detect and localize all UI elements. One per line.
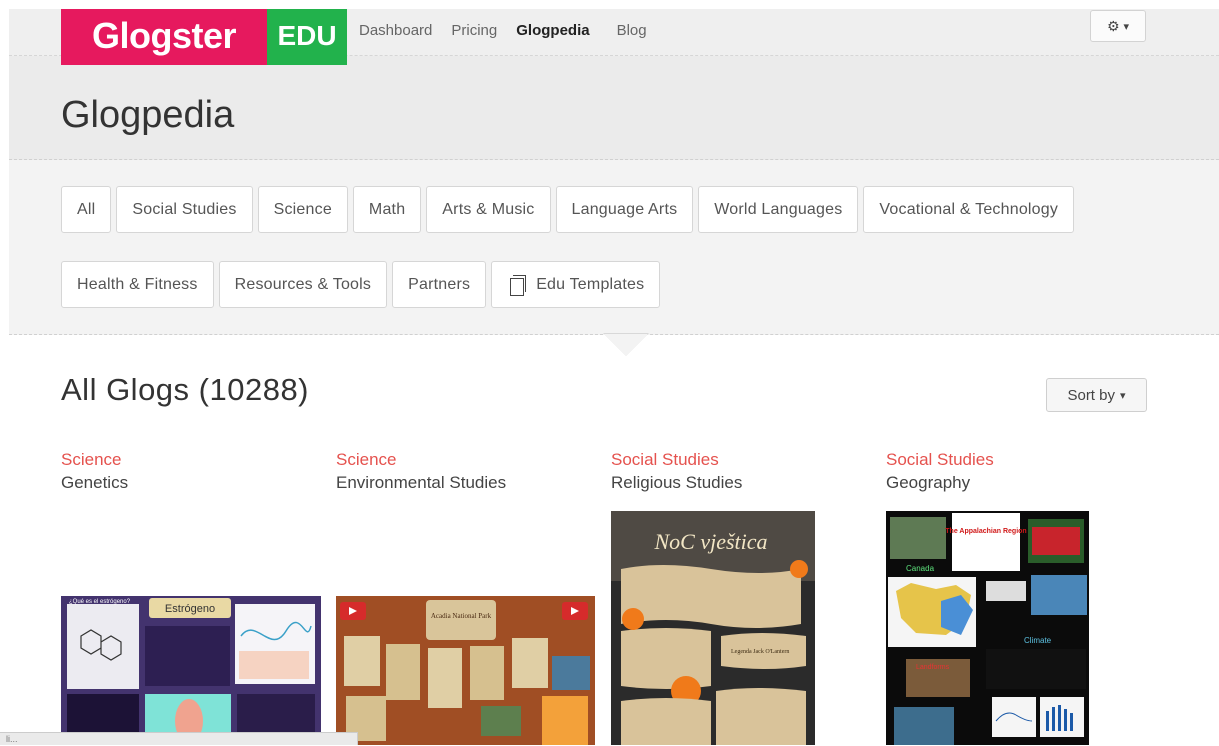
thumb-title-text: Estrógeno: [165, 603, 215, 615]
nav-blog[interactable]: Blog: [617, 22, 647, 39]
glog-thumbnail[interactable]: Estrógeno ¿Qué es el estrógeno?: [61, 596, 321, 745]
nav-pricing[interactable]: Pricing: [451, 22, 497, 39]
glog-subcategory-link[interactable]: Genetics: [61, 473, 321, 493]
thumb-label-climate: Climate: [1024, 636, 1052, 645]
glog-subcategory-link[interactable]: Environmental Studies: [336, 473, 596, 493]
thumb-title-text: Acadia National Park: [431, 612, 492, 620]
gear-icon: ⚙: [1106, 17, 1120, 34]
glog-subcategory-link[interactable]: Geography: [886, 473, 1146, 493]
glog-category-link[interactable]: Social Studies: [886, 450, 1146, 470]
category-language-arts[interactable]: Language Arts: [555, 186, 694, 233]
page-title: Glogpedia: [61, 94, 235, 136]
caret-down-icon: ▾: [1120, 389, 1126, 402]
thumb-label-canada: Canada: [906, 564, 935, 573]
category-math[interactable]: Math: [352, 186, 422, 233]
glog-thumbnail[interactable]: The Appalachian Region Canada Climate La…: [886, 511, 1089, 745]
thumb-caption-text: Legenda Jack O'Lantern: [731, 649, 789, 655]
glog-card: Science Genetics: [61, 450, 321, 493]
glog-card: Social Studies Religious Studies: [611, 450, 871, 493]
glog-thumbnail[interactable]: Acadia National Park: [336, 596, 595, 745]
category-filter-row-2: Health & Fitness Resources & Tools Partn…: [61, 261, 665, 308]
thumb-title-text: NoC vještica: [653, 529, 767, 554]
nav-glogpedia[interactable]: Glogpedia: [516, 22, 589, 39]
category-partners[interactable]: Partners: [392, 261, 487, 308]
category-edu-templates-label: Edu Templates: [536, 275, 645, 293]
glog-subcategory-link[interactable]: Religious Studies: [611, 473, 871, 493]
glogs-count-title: All Glogs (10288): [61, 372, 310, 407]
category-social-studies[interactable]: Social Studies: [116, 186, 253, 233]
glog-card: Science Environmental Studies: [336, 450, 596, 493]
category-all[interactable]: All: [61, 186, 112, 233]
category-resources-tools[interactable]: Resources & Tools: [218, 261, 388, 308]
category-arts-music[interactable]: Arts & Music: [426, 186, 551, 233]
thumb-caption-text: ¿Qué es el estrógeno?: [69, 599, 131, 605]
glog-thumbnail-art: Estrógeno ¿Qué es el estrógeno?: [61, 596, 321, 745]
sort-by-button[interactable]: Sort by ▾: [1046, 378, 1147, 412]
category-pointer: [604, 334, 648, 356]
category-edu-templates[interactable]: Edu Templates: [491, 261, 661, 308]
thumb-title-text: The Appalachian Region: [945, 528, 1026, 535]
glog-thumbnail[interactable]: NoC vještica Legenda Jack O'Lantern: [611, 511, 815, 745]
category-world-languages[interactable]: World Languages: [698, 186, 859, 233]
main-nav: Dashboard Pricing Glogpedia Blog: [359, 22, 666, 39]
glog-category-link[interactable]: Science: [61, 450, 321, 470]
category-filter-row-1: All Social Studies Science Math Arts & M…: [61, 186, 1079, 233]
browser-status-bar: li...: [0, 732, 358, 745]
thumb-label-landforms: Landforms: [916, 664, 950, 671]
glog-category-link[interactable]: Science: [336, 450, 596, 470]
glog-category-link[interactable]: Social Studies: [611, 450, 871, 470]
glog-card: Social Studies Geography: [886, 450, 1146, 493]
caret-down-icon: ▾: [1123, 20, 1130, 33]
glog-thumbnail-art: NoC vještica Legenda Jack O'Lantern: [611, 511, 815, 745]
sort-by-label: Sort by: [1067, 386, 1115, 404]
logo-edu-badge: EDU: [267, 9, 347, 65]
logo-wordmark: Glogster: [61, 9, 267, 65]
settings-dropdown-button[interactable]: ⚙ ▾: [1090, 10, 1146, 42]
category-health-fitness[interactable]: Health & Fitness: [61, 261, 214, 308]
templates-icon: [507, 274, 527, 296]
glogster-edu-logo[interactable]: Glogster EDU: [61, 9, 347, 65]
category-science[interactable]: Science: [257, 186, 348, 233]
nav-dashboard[interactable]: Dashboard: [359, 22, 432, 39]
glog-thumbnail-art: The Appalachian Region Canada Climate La…: [886, 511, 1089, 745]
category-vocational-technology[interactable]: Vocational & Technology: [863, 186, 1075, 233]
glog-thumbnail-art: Acadia National Park: [336, 596, 595, 745]
